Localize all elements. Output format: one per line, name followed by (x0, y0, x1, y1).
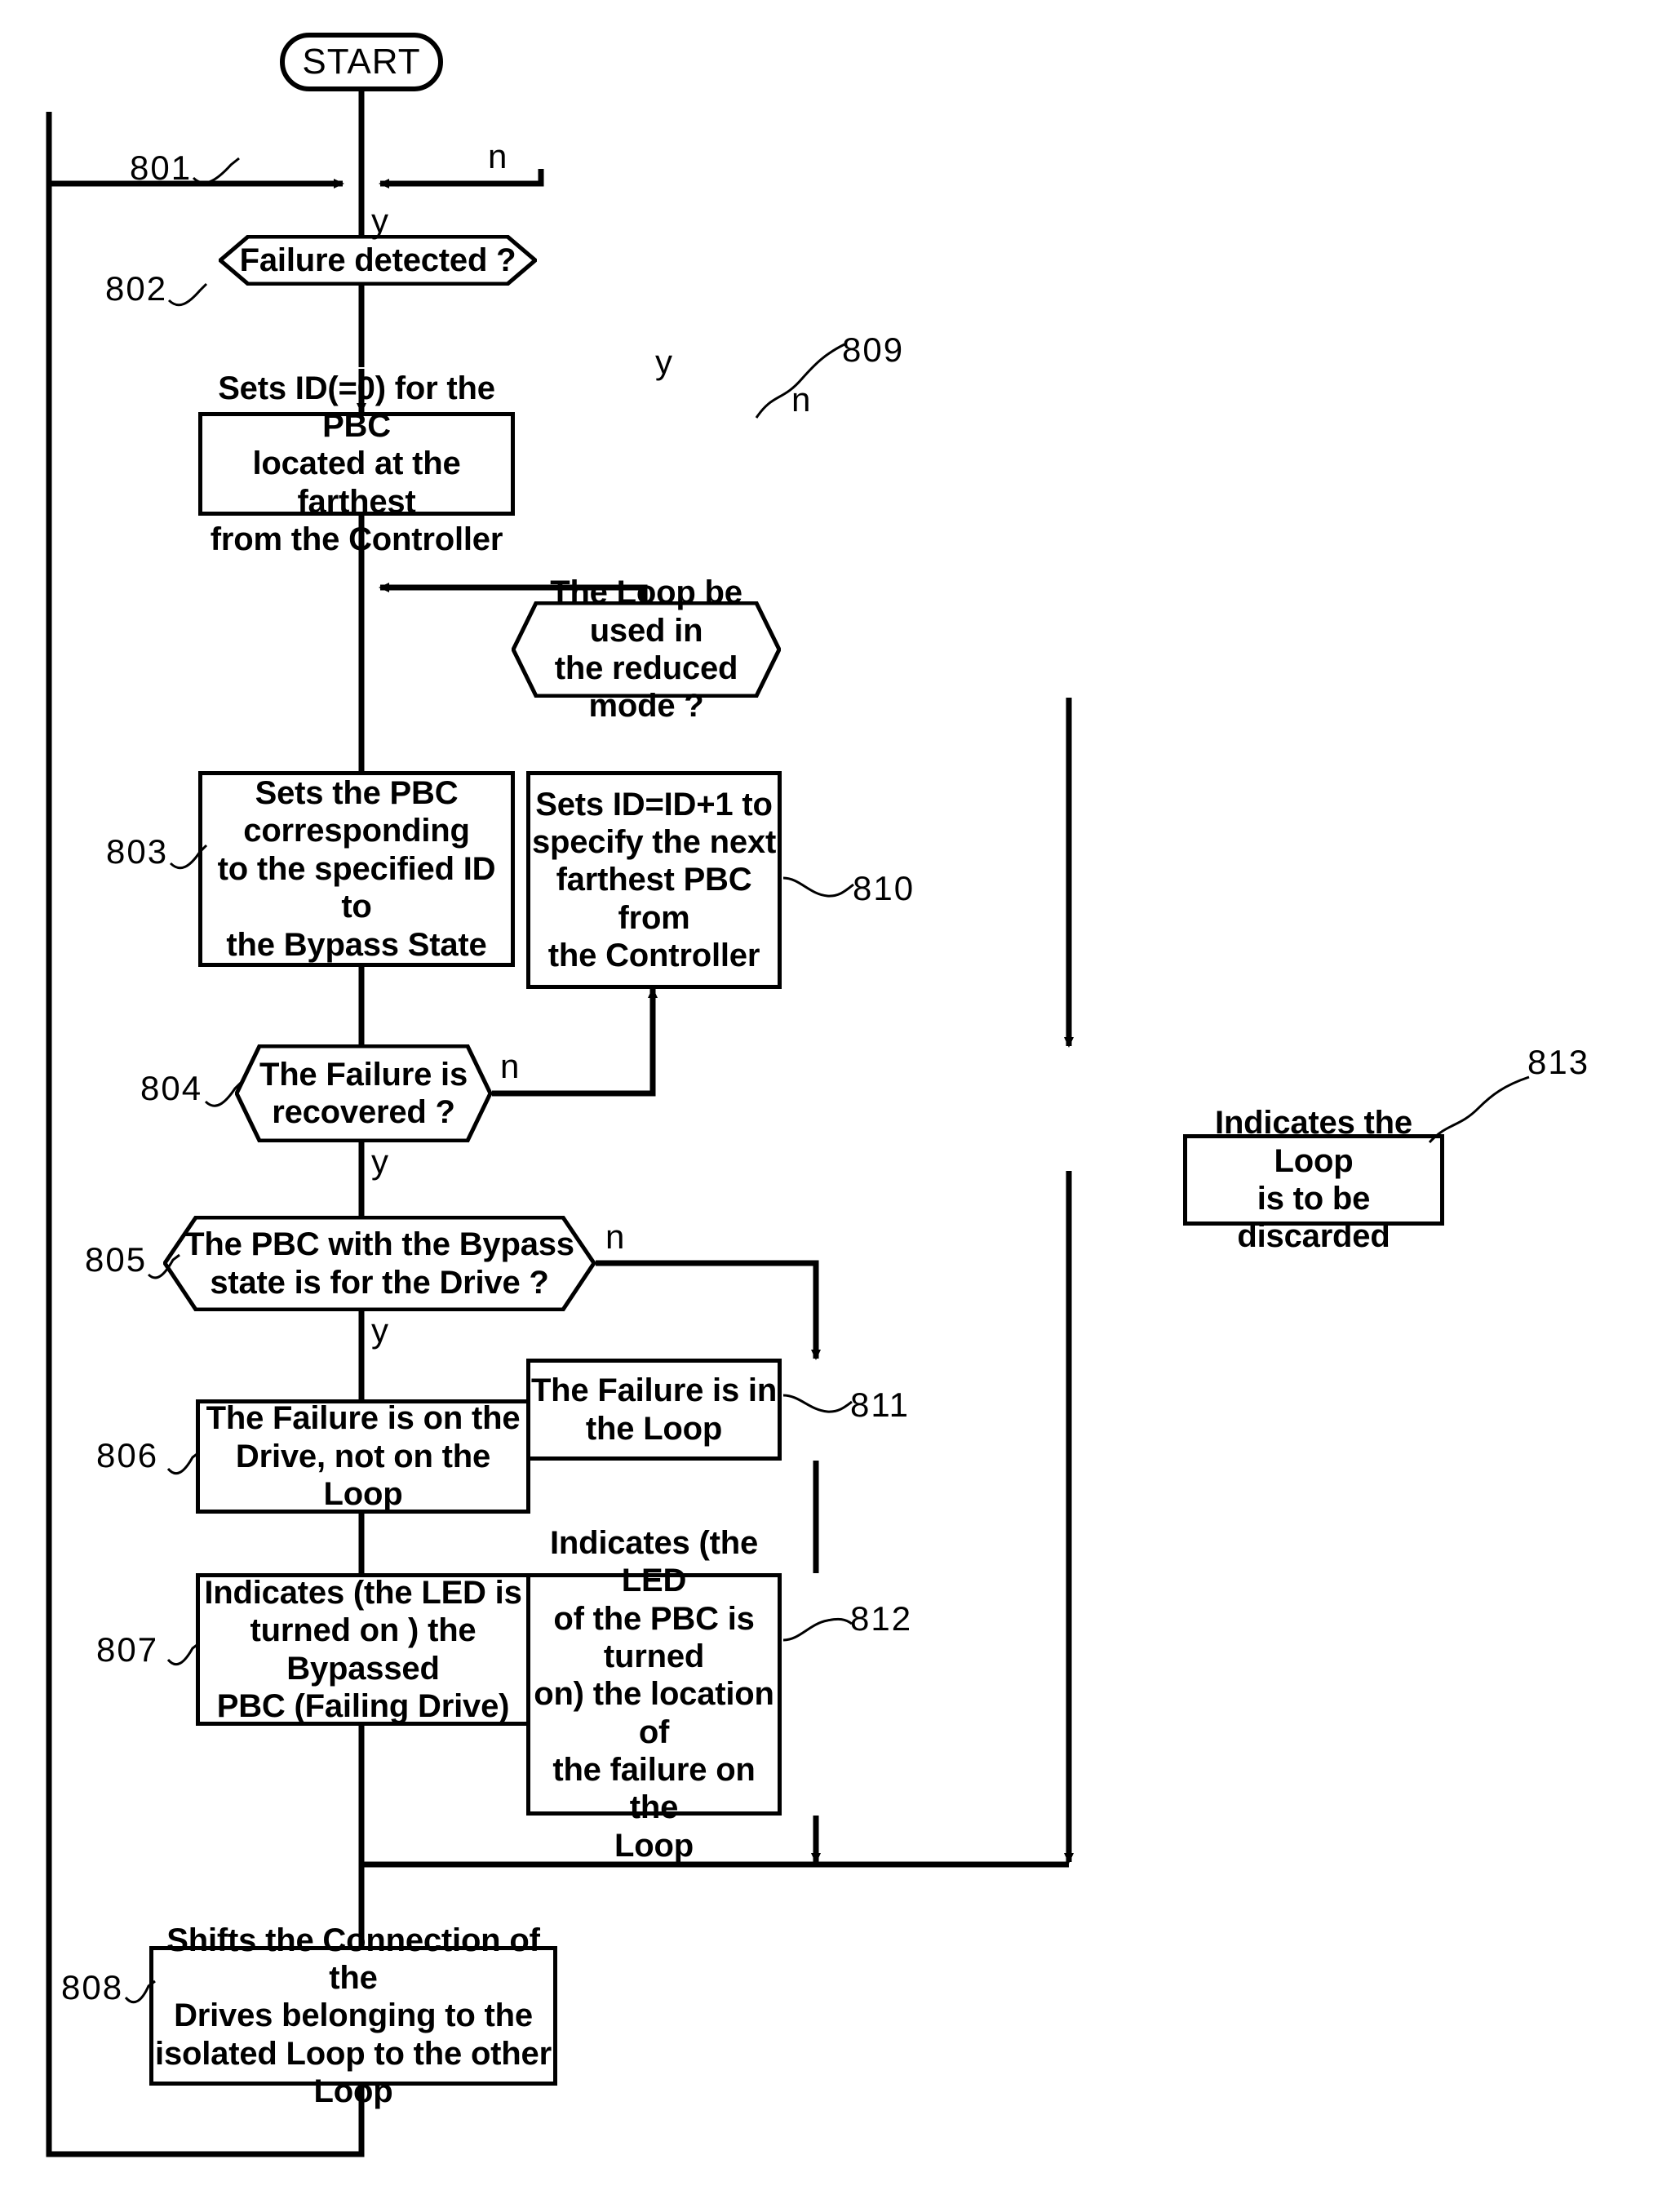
ref-802: 802 (105, 269, 168, 308)
branch-label-805-n: n (605, 1217, 625, 1256)
leader-812 (782, 1617, 853, 1642)
node-805-bypass-for-drive: The PBC with the Bypass state is for the… (163, 1216, 596, 1311)
node-804-label: The Failure is recovered ? (259, 1056, 468, 1130)
ref-813: 813 (1527, 1043, 1590, 1081)
ref-804: 804 (140, 1069, 203, 1107)
node-812-indicate-failure-location: Indicates (the LED of the PBC is turned … (526, 1525, 782, 1864)
branch-label-804-n: n (500, 1047, 520, 1085)
node-809-label: The Loop be used in the reduced mode ? (550, 574, 742, 725)
leader-811 (782, 1394, 853, 1413)
ref-801: 801 (130, 149, 193, 187)
branch-label-804-y: y (371, 1142, 388, 1181)
branch-label-801-y: y (371, 202, 388, 240)
leader-810 (782, 876, 854, 898)
ref-807: 807 (96, 1630, 159, 1669)
node-809-reduced-mode: The Loop be used in the reduced mode ? (512, 574, 781, 725)
node-806-failure-on-drive: The Failure is on the Drive, not on the … (196, 1399, 530, 1514)
ref-811: 811 (850, 1386, 910, 1424)
node-804-failure-recovered: The Failure is recovered ? (235, 1044, 492, 1142)
leader-808 (124, 1980, 156, 2004)
branch-label-805-y: y (371, 1311, 388, 1350)
leader-804 (204, 1080, 243, 1107)
branch-label-801-n: n (488, 137, 508, 175)
leader-805 (147, 1253, 180, 1279)
branch-label-809-n: n (791, 380, 811, 419)
flowchart-canvas: START Failure detected ? 801 n y Sets ID… (0, 0, 1680, 2208)
node-807-indicate-bypassed-pbc: Indicates (the LED is turned on ) the By… (196, 1573, 530, 1726)
leader-803 (169, 844, 208, 870)
node-805-label: The PBC with the Bypass state is for the… (184, 1226, 574, 1301)
ref-809: 809 (842, 330, 905, 369)
ref-810: 810 (853, 869, 915, 907)
ref-803: 803 (106, 832, 169, 871)
node-813-discard-loop: Indicates the Loop is to be discarded (1183, 1105, 1444, 1254)
leader-807 (166, 1642, 200, 1666)
node-801-failure-detected: Failure detected ? (219, 235, 537, 286)
node-810-increment-id: Sets ID=ID+1 to specify the next farthes… (526, 771, 782, 989)
node-802-set-id-zero: Sets ID(=0) for the PBC located at the f… (198, 370, 515, 557)
branch-label-809-y: y (655, 343, 672, 381)
node-801-label: Failure detected ? (239, 242, 516, 278)
leader-813 (1428, 1075, 1530, 1144)
ref-806: 806 (96, 1436, 159, 1474)
node-811-failure-in-loop: The Failure is in the Loop (526, 1359, 782, 1461)
ref-812: 812 (850, 1599, 913, 1638)
node-808-shift-connection: Shifts the Connection of the Drives belo… (149, 1922, 557, 2109)
leader-802 (167, 282, 208, 307)
node-start: START (280, 33, 443, 91)
ref-805: 805 (85, 1240, 148, 1279)
node-803-set-pbc-bypass: Sets the PBC corresponding to the specif… (198, 771, 515, 967)
ref-808: 808 (61, 1968, 124, 2006)
leader-801 (192, 157, 240, 184)
leader-806 (166, 1451, 200, 1475)
